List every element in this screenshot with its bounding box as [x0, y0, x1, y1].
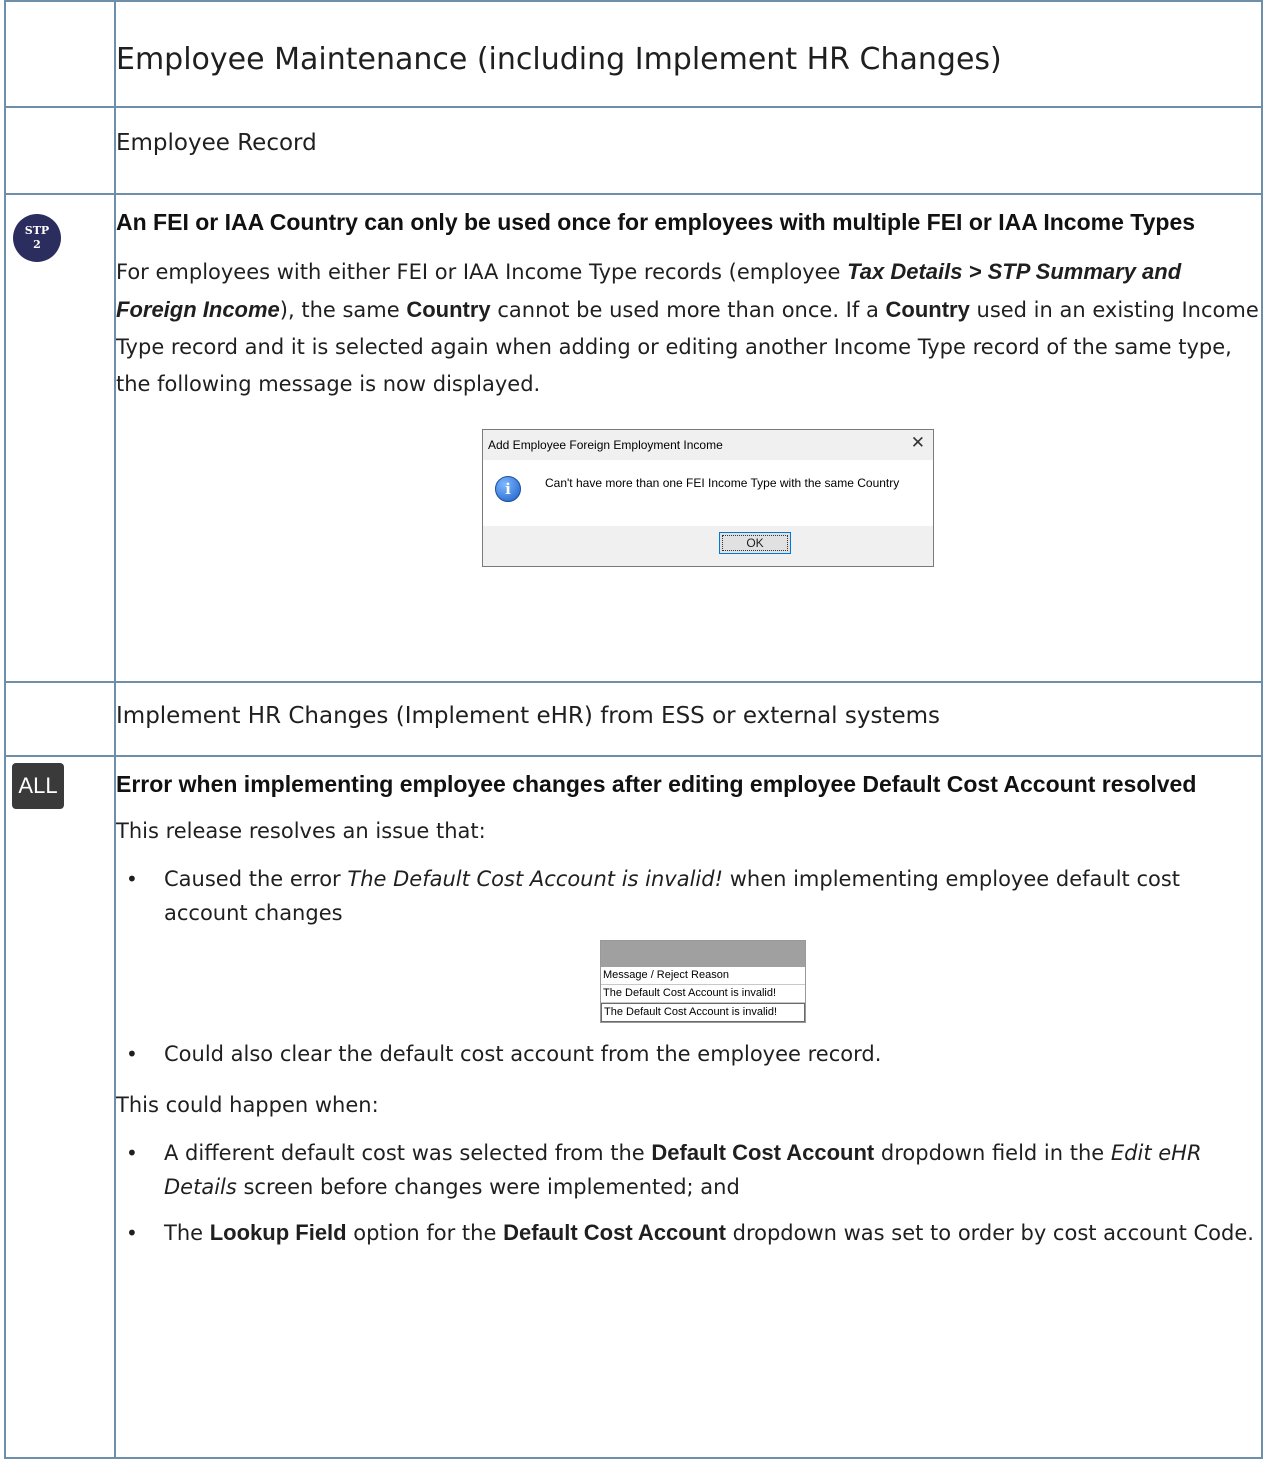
grid-header-bar [601, 941, 805, 967]
stp-icon-cell [4, 193, 116, 683]
section-title-cell: Employee Maintenance (including Implemen… [114, 0, 1263, 108]
field-name-country: Country [406, 297, 491, 322]
field-name: Default Cost Account [503, 1220, 726, 1245]
close-icon[interactable]: ✕ [911, 433, 925, 453]
text-span: dropdown was set to order by cost accoun… [725, 1221, 1254, 1245]
field-name: Default Cost Account [651, 1140, 875, 1165]
text-span: A different default cost was selected fr… [164, 1141, 652, 1165]
text-span: The [164, 1221, 210, 1245]
list-item: A different default cost was selected fr… [116, 1136, 1261, 1204]
employee-record-heading-cell: Employee Record [114, 106, 1263, 195]
stp-2-badge-icon: STP 2 [13, 214, 61, 262]
section-title-row: Employee Maintenance (including Implemen… [4, 0, 1263, 108]
text-span: Caused the error [164, 867, 348, 891]
cost-account-item-row: Error when implementing employee changes… [4, 755, 1263, 1459]
fei-iaa-item-cell: An FEI or IAA Country can only be used o… [114, 193, 1263, 683]
employee-record-heading-row: Employee Record [4, 106, 1263, 195]
section-title: Employee Maintenance (including Implemen… [116, 42, 1002, 77]
cost-account-item-title: Error when implementing employee changes… [116, 771, 1197, 797]
implement-hr-heading: Implement HR Changes (Implement eHR) fro… [116, 703, 941, 729]
error-text: The Default Cost Account is invalid! [347, 867, 724, 891]
list-item: The Lookup Field option for the Default … [116, 1216, 1261, 1250]
text-span: option for the [346, 1221, 504, 1245]
employee-record-heading: Employee Record [116, 130, 317, 156]
field-name-country: Country [885, 297, 970, 322]
release-notes-table: Employee Maintenance (including Implemen… [4, 0, 1263, 1459]
grid-column-header: Message / Reject Reason [601, 967, 805, 985]
empty-icon-cell [4, 106, 116, 195]
all-badge-icon: ALL [12, 763, 64, 809]
issue-list: Caused the error The Default Cost Accoun… [116, 862, 1261, 930]
grid-row: The Default Cost Account is invalid! [601, 1003, 805, 1022]
empty-icon-cell [4, 0, 116, 108]
field-name: Lookup Field [209, 1220, 347, 1245]
text-span: dropdown field in the [874, 1141, 1111, 1165]
implement-hr-heading-cell: Implement HR Changes (Implement eHR) fro… [114, 681, 1263, 757]
when-text: This could happen when: [116, 1093, 379, 1117]
text-span: For employees with either FEI or IAA Inc… [116, 260, 848, 284]
text-span: ), the same [279, 298, 407, 322]
dialog-body [483, 460, 933, 526]
ok-button[interactable]: OK [719, 532, 791, 554]
issue-list-continued: Could also clear the default cost accoun… [116, 1037, 1261, 1071]
list-item: Could also clear the default cost accoun… [116, 1037, 1261, 1071]
message-grid-screenshot: Message / Reject Reason The Default Cost… [600, 940, 806, 1023]
fei-iaa-description: For employees with either FEI or IAA Inc… [116, 253, 1261, 403]
text-span: cannot be used more than once. If a [490, 298, 886, 322]
grid-row: The Default Cost Account is invalid! [601, 985, 805, 1003]
badge-line: STP [24, 224, 50, 237]
error-dialog-screenshot: Add Employee Foreign Employment Income ✕… [482, 429, 934, 567]
dialog-message: Can't have more than one FEI Income Type… [545, 476, 900, 490]
conditions-list: A different default cost was selected fr… [116, 1136, 1261, 1250]
all-icon-cell [4, 755, 116, 1459]
fei-iaa-item-row: An FEI or IAA Country can only be used o… [4, 193, 1263, 683]
document-page: Employee Maintenance (including Implemen… [0, 0, 1263, 1459]
implement-hr-heading-row: Implement HR Changes (Implement eHR) fro… [4, 681, 1263, 757]
cost-account-item-cell: Error when implementing employee changes… [114, 755, 1263, 1459]
list-item: Caused the error The Default Cost Accoun… [116, 862, 1261, 930]
info-icon: i [495, 476, 521, 502]
intro-text: This release resolves an issue that: [116, 819, 486, 843]
dialog-title: Add Employee Foreign Employment Income [488, 438, 723, 452]
empty-icon-cell [4, 681, 116, 757]
text-span: screen before changes were implemented; … [236, 1175, 740, 1199]
badge-line: 2 [33, 238, 41, 251]
fei-iaa-item-title: An FEI or IAA Country can only be used o… [116, 209, 1196, 235]
